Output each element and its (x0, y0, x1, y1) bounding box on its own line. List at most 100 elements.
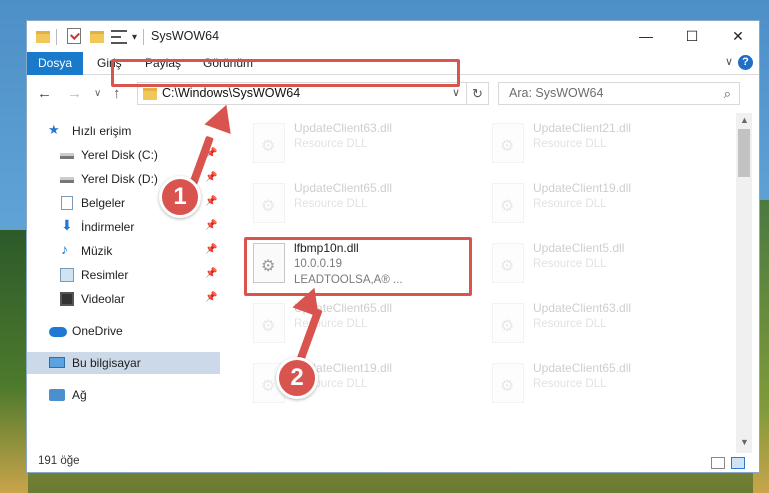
pin-icon[interactable]: 📌 (205, 292, 217, 303)
dll-file-icon (492, 363, 524, 403)
recent-locations-button[interactable]: ∨ (94, 88, 101, 99)
sidebar-item-quick-access[interactable]: ★ Hızlı erişim (27, 120, 220, 142)
sidebar-item-local-disk-c[interactable]: Yerel Disk (C:) 📌 (27, 144, 220, 166)
help-icon[interactable]: ? (738, 55, 753, 70)
pin-icon[interactable]: 📌 (205, 268, 217, 279)
network-icon (49, 389, 65, 401)
item-count: 191 öğe (38, 455, 80, 467)
up-button[interactable]: ↑ (113, 85, 121, 102)
file-description: Resource DLL (533, 138, 607, 150)
drive-icon (60, 153, 74, 159)
large-icons-view-icon[interactable] (731, 457, 745, 469)
sidebar-item-label: Resimler (81, 268, 129, 282)
pin-icon[interactable]: 📌 (205, 172, 217, 183)
minimize-button[interactable]: — (623, 21, 669, 52)
sidebar-item-onedrive[interactable]: OneDrive (27, 320, 220, 342)
sidebar-item-label: Müzik (81, 244, 113, 258)
file-description: Resource DLL (533, 258, 607, 270)
file-tile[interactable]: UpdateClient21.dll Resource DLL (486, 117, 716, 172)
file-highlight (244, 237, 472, 296)
maximize-button[interactable]: ☐ (669, 21, 715, 52)
file-description: Resource DLL (533, 318, 607, 330)
drive-icon (60, 177, 74, 183)
sidebar-item-label: Belgeler (81, 196, 126, 210)
address-dropdown-icon[interactable]: ∨ (452, 86, 460, 99)
separator (143, 29, 144, 45)
sidebar-item-label: Yerel Disk (D:) (81, 172, 158, 186)
sidebar-item-network[interactable]: Ağ (27, 384, 220, 406)
sidebar-item-label: OneDrive (72, 324, 123, 338)
file-tile[interactable]: UpdateClient65.dll Resource DLL (247, 177, 477, 232)
file-description: Resource DLL (533, 198, 607, 210)
window-title: SysWOW64 (151, 29, 220, 43)
document-icon (61, 196, 73, 210)
annotation-badge-1: 1 (159, 176, 201, 218)
file-name: UpdateClient65.dll (533, 361, 632, 375)
dll-file-icon (253, 123, 285, 163)
sidebar-item-music[interactable]: ♪ Müzik 📌 (27, 240, 220, 262)
forward-button[interactable]: → (67, 85, 82, 102)
pin-icon[interactable]: 📌 (205, 196, 217, 207)
vertical-scrollbar[interactable]: ▲ ▼ (736, 113, 752, 453)
file-description: Resource DLL (294, 318, 368, 330)
dll-file-icon (492, 123, 524, 163)
sidebar-item-videos[interactable]: Videolar 📌 (27, 288, 220, 310)
file-tile[interactable]: UpdateClient19.dll Resource DLL (486, 177, 716, 232)
dll-file-icon (253, 303, 285, 343)
customize-toolbar-icon[interactable]: ▾ (132, 32, 137, 50)
refresh-button[interactable]: ↻ (467, 82, 489, 105)
sidebar-item-label: Yerel Disk (C:) (81, 148, 158, 162)
dll-file-icon (492, 243, 524, 283)
dll-file-icon (492, 183, 524, 223)
videos-icon (60, 292, 74, 306)
status-bar: 191 öğe (27, 452, 759, 472)
search-icon[interactable]: ⌕ (724, 86, 731, 102)
file-name: UpdateClient63.dll (533, 301, 632, 315)
file-tile[interactable]: UpdateClient65.dll Resource DLL (486, 357, 716, 412)
scrollbar-thumb[interactable] (738, 129, 750, 177)
expand-ribbon-icon[interactable]: ∨ (725, 55, 733, 68)
file-tile[interactable]: UpdateClient63.dll Resource DLL (247, 117, 477, 172)
details-view-icon[interactable] (711, 457, 725, 469)
sidebar-item-label: Videolar (81, 292, 125, 306)
dll-file-icon (492, 303, 524, 343)
address-bar-highlight (111, 59, 460, 87)
file-description: Resource DLL (294, 198, 368, 210)
music-icon: ♪ (61, 241, 68, 257)
tab-file[interactable]: Dosya (27, 52, 83, 75)
file-name: UpdateClient21.dll (533, 121, 632, 135)
file-description: Resource DLL (533, 378, 607, 390)
dll-file-icon (253, 183, 285, 223)
title-bar: ▾ SysWOW64 — ☐ ✕ (27, 21, 759, 52)
pin-icon[interactable]: 📌 (205, 220, 217, 231)
file-name: UpdateClient19.dll (533, 181, 632, 195)
folder-icon (143, 88, 157, 100)
search-input[interactable]: Ara: SysWOW64 ⌕ (498, 82, 740, 105)
properties-icon[interactable] (67, 28, 81, 44)
cloud-icon (49, 327, 67, 337)
new-folder-icon[interactable] (90, 31, 104, 43)
back-button[interactable]: ← (37, 85, 52, 102)
file-name: UpdateClient65.dll (294, 181, 393, 195)
sidebar-item-label: Hızlı erişim (72, 124, 132, 138)
close-button[interactable]: ✕ (715, 21, 759, 52)
search-placeholder: Ara: SysWOW64 (509, 86, 604, 100)
separator (56, 29, 57, 45)
sidebar-item-downloads[interactable]: ⬇ İndirmeler 📌 (27, 216, 220, 238)
sidebar-item-pictures[interactable]: Resimler 📌 (27, 264, 220, 286)
file-tile[interactable]: UpdateClient63.dll Resource DLL (486, 297, 716, 352)
view-icon[interactable] (111, 30, 127, 44)
sidebar-item-this-pc[interactable]: Bu bilgisayar (27, 352, 220, 374)
navigation-pane: ★ Hızlı erişim Yerel Disk (C:) 📌 Yerel D… (27, 114, 220, 444)
pin-icon[interactable]: 📌 (205, 244, 217, 255)
folder-icon (36, 31, 50, 43)
download-icon: ⬇ (61, 217, 73, 233)
pictures-icon (60, 268, 74, 282)
file-tile[interactable]: UpdateClient5.dll Resource DLL (486, 237, 716, 292)
scroll-down-icon[interactable]: ▼ (740, 437, 749, 447)
computer-icon (49, 357, 65, 368)
annotation-badge-2: 2 (276, 357, 318, 399)
scroll-up-icon[interactable]: ▲ (740, 115, 749, 125)
address-path[interactable]: C:\Windows\SysWOW64 (162, 86, 300, 100)
file-tile[interactable]: UpdateClient65.dll Resource DLL (247, 297, 477, 352)
